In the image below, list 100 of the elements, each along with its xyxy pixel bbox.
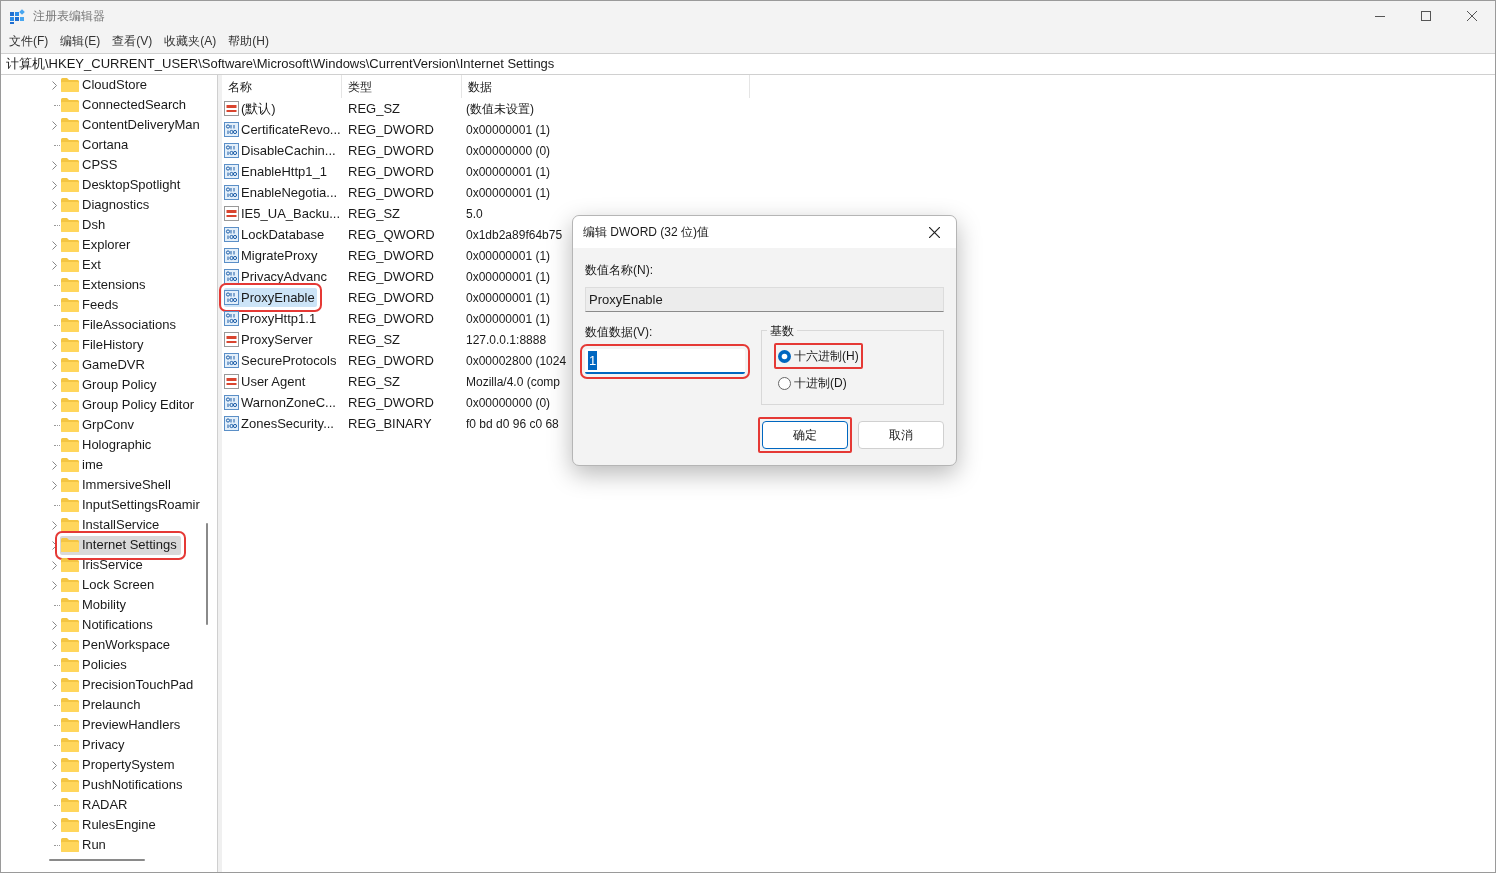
field-label: 数值名称(N):	[585, 262, 654, 279]
menu-item[interactable]: 收藏夹(A)	[159, 32, 222, 50]
tree-item[interactable]: RulesEngine	[60, 815, 160, 835]
tree-item[interactable]: Group Policy Editor	[60, 395, 198, 415]
value-type: REG_DWORD	[347, 351, 435, 370]
value-name[interactable]: DisableCachin...	[224, 141, 338, 160]
vertical-scrollbar[interactable]	[206, 523, 208, 625]
radio-option[interactable]: 十六进制(H)	[778, 347, 859, 365]
tree-item[interactable]: FileAssociations	[60, 315, 180, 335]
tree-item[interactable]: Cortana	[60, 135, 133, 155]
value-name[interactable]: IE5_UA_Backu...	[224, 204, 342, 223]
horizontal-scrollbar[interactable]	[49, 859, 145, 861]
dialog-button[interactable]: 取消	[858, 421, 944, 449]
value-name[interactable]: EnableHttp1_1	[224, 162, 329, 181]
folder-icon	[61, 318, 79, 332]
expand-chevron-icon[interactable]	[51, 120, 57, 130]
value-name[interactable]: MigrateProxy	[224, 246, 320, 265]
expand-chevron-icon[interactable]	[51, 680, 57, 690]
value-name[interactable]: (默认)	[224, 99, 278, 118]
value-type: REG_DWORD	[347, 162, 435, 181]
column-header[interactable]: 类型	[342, 75, 462, 98]
folder-icon	[61, 498, 79, 512]
folder-icon	[61, 598, 79, 612]
tree-item[interactable]: Notifications	[60, 615, 157, 635]
menu-item[interactable]: 查看(V)	[107, 32, 158, 50]
folder-icon	[61, 698, 79, 712]
folder-icon	[61, 778, 79, 792]
tree-item[interactable]: Prelaunch	[60, 695, 145, 715]
tree-item[interactable]: PropertySystem	[60, 755, 179, 775]
value-name[interactable]: LockDatabase	[224, 225, 327, 244]
expand-chevron-icon[interactable]	[51, 80, 57, 90]
value-name[interactable]: EnableNegotia...	[224, 183, 340, 202]
tree-item[interactable]: PenWorkspace	[60, 635, 174, 655]
tree-item[interactable]: Run	[60, 835, 110, 855]
tree-item[interactable]: FileHistory	[60, 335, 148, 355]
tree-item[interactable]: PushNotifications	[60, 775, 187, 795]
value-name[interactable]: WarnonZoneC...	[224, 393, 338, 412]
tree-item[interactable]: InputSettingsRoamir	[60, 495, 204, 515]
menu-item[interactable]: 帮助(H)	[223, 32, 274, 50]
folder-icon	[61, 98, 79, 112]
folder-icon	[61, 418, 79, 432]
folder-icon	[61, 138, 79, 152]
value-type: REG_DWORD	[347, 183, 435, 202]
expand-chevron-icon[interactable]	[51, 820, 57, 830]
value-data: 0x00000000 (0)	[465, 142, 551, 160]
tree-item[interactable]: Policies	[60, 655, 131, 675]
tree-item[interactable]: CPSS	[60, 155, 122, 175]
tree-item[interactable]: ImmersiveShell	[60, 475, 175, 495]
value-name[interactable]: ZonesSecurity...	[224, 414, 336, 433]
tree-item[interactable]: CloudStore	[60, 75, 152, 95]
tree-item[interactable]: Mobility	[60, 595, 131, 615]
tree-item[interactable]: RADAR	[60, 795, 132, 815]
folder-icon	[61, 338, 79, 352]
value-name[interactable]: PrivacyAdvanc	[224, 267, 329, 286]
tree-item[interactable]: ConnectedSearch	[60, 95, 191, 115]
tree-item[interactable]: Group Policy	[60, 375, 161, 395]
tree-item[interactable]: Dsh	[60, 215, 110, 235]
binary-value-icon	[224, 353, 239, 368]
folder-icon	[61, 818, 79, 832]
column-header[interactable]: 数据	[462, 75, 750, 98]
binary-value-icon	[224, 290, 239, 305]
tree-item[interactable]: ContentDeliveryMan	[60, 115, 204, 135]
value-name[interactable]: ProxyHttp1.1	[224, 309, 319, 328]
tree-item[interactable]: Extensions	[60, 275, 150, 295]
binary-value-icon	[224, 311, 239, 326]
menu-item[interactable]: 编辑(E)	[55, 32, 106, 50]
column-header[interactable]: 名称	[222, 75, 342, 98]
menu-item[interactable]: 文件(F)	[4, 32, 54, 50]
field-label: 数值数据(V):	[585, 324, 654, 341]
radio-option[interactable]: 十进制(D)	[778, 374, 847, 392]
tree-item[interactable]: ime	[60, 455, 107, 475]
folder-icon	[61, 158, 79, 172]
value-name[interactable]: SecureProtocols	[224, 351, 339, 370]
tree-item[interactable]: PreviewHandlers	[60, 715, 185, 735]
tree-item[interactable]: DesktopSpotlight	[60, 175, 185, 195]
dialog-button[interactable]: 确定	[762, 421, 848, 449]
tree-item[interactable]: IrisService	[60, 555, 147, 575]
tree-item[interactable]: InstallService	[60, 515, 164, 535]
tree-item[interactable]: Lock Screen	[60, 575, 159, 595]
tree-item[interactable]: Diagnostics	[60, 195, 154, 215]
folder-icon	[61, 798, 79, 812]
minimize-icon	[1375, 15, 1385, 17]
value-name[interactable]: User Agent	[224, 372, 308, 391]
address-bar[interactable]: 计算机\HKEY_CURRENT_USER\Software\Microsoft\Windows\CurrentVersion\Internet Settings	[1, 53, 1495, 75]
binary-value-icon	[224, 227, 239, 242]
value-name[interactable]: CertificateRevo...	[224, 120, 343, 139]
value-data: 0x00000001 (1)	[465, 121, 551, 139]
value-name-field[interactable]: ProxyEnable	[585, 287, 944, 312]
tree-item[interactable]: Feeds	[60, 295, 123, 315]
value-type: REG_DWORD	[347, 288, 435, 307]
tree-item[interactable]: GameDVR	[60, 355, 149, 375]
maximize-icon	[1421, 11, 1431, 21]
tree-item[interactable]: Holographic	[60, 435, 156, 455]
value-name[interactable]: ProxyServer	[224, 330, 315, 349]
tree-item[interactable]: PrecisionTouchPad	[60, 675, 198, 695]
tree-item[interactable]: Ext	[60, 255, 105, 275]
tree-item[interactable]: Privacy	[60, 735, 129, 755]
radio-selected-icon	[778, 349, 791, 363]
tree-item[interactable]: Explorer	[60, 235, 135, 255]
tree-item[interactable]: GrpConv	[60, 415, 139, 435]
